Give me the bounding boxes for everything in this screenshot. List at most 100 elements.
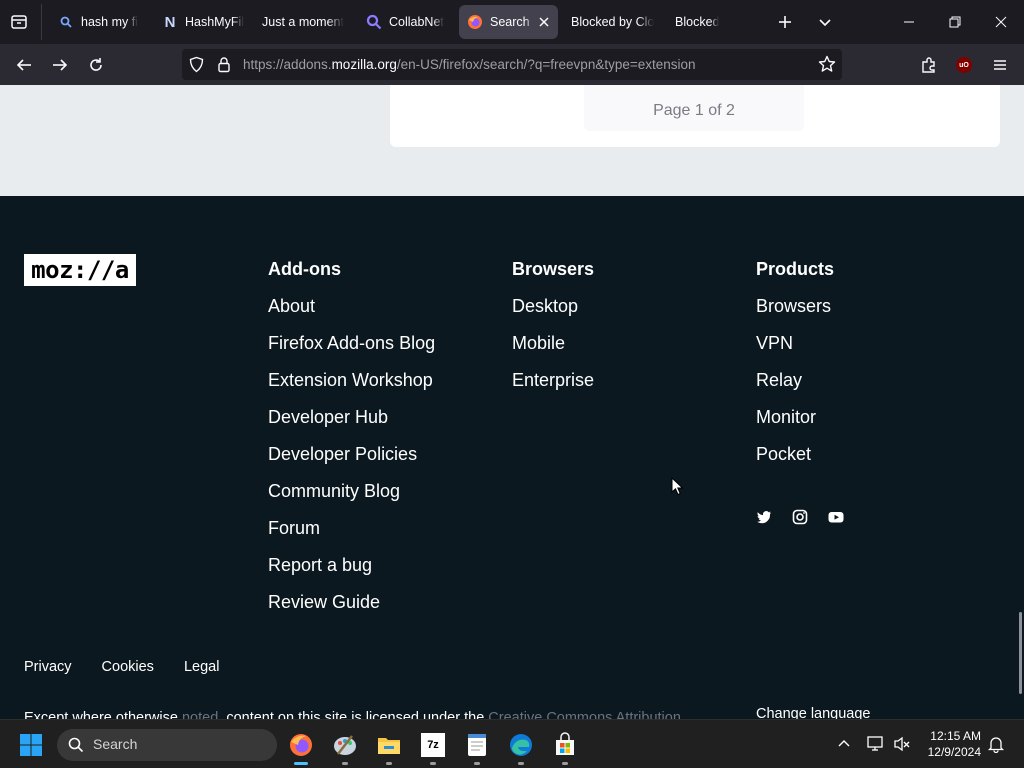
firefox-icon [467, 14, 483, 30]
list-all-tabs-icon[interactable] [815, 12, 835, 32]
twitter-icon[interactable] [756, 509, 772, 525]
footer-link-enterprise[interactable]: Enterprise [512, 369, 594, 391]
youtube-icon[interactable] [828, 509, 844, 525]
notion-n-icon: N [164, 13, 176, 31]
reload-button[interactable] [81, 50, 111, 80]
extensions-puzzle-icon[interactable] [914, 50, 944, 80]
taskbar-edge-icon[interactable] [504, 728, 538, 765]
privacy-link[interactable]: Privacy [24, 659, 72, 675]
footer-column-browsers: Browsers Desktop Mobile Enterprise [512, 258, 594, 406]
footer-heading: Browsers [512, 259, 595, 279]
taskbar-file-explorer-icon[interactable] [372, 728, 406, 765]
tab-collabnet[interactable]: CollabNet [358, 5, 454, 39]
footer-link-developer-hub[interactable]: Developer Hub [268, 406, 435, 428]
mozilla-logo[interactable]: moz://a [24, 254, 136, 286]
clock-time: 12:15 AM [930, 729, 981, 743]
cookies-link[interactable]: Cookies [102, 659, 154, 675]
network-icon[interactable] [866, 735, 886, 758]
navigation-toolbar: https://addons.mozilla.org/en-US/firefox… [0, 44, 1024, 85]
taskbar-store-icon[interactable] [548, 728, 582, 765]
tab-overview-icon[interactable] [9, 12, 31, 32]
footer-heading: Add-ons [268, 259, 341, 279]
url-path: /en-US/firefox/search/?q=freevpn&type=ex… [396, 57, 696, 72]
footer-link-pocket[interactable]: Pocket [756, 443, 834, 465]
url-bar[interactable]: https://addons.mozilla.org/en-US/firefox… [182, 49, 842, 80]
restore-icon[interactable] [932, 0, 978, 44]
noted-link[interactable]: noted [182, 710, 218, 719]
running-indicator [518, 762, 524, 765]
footer-link-desktop[interactable]: Desktop [512, 295, 594, 317]
tab-title: Just a moment [262, 15, 344, 29]
search-icon [58, 14, 74, 30]
notification-bell-icon[interactable] [987, 735, 1005, 758]
footer-link-monitor[interactable]: Monitor [756, 406, 834, 428]
windows-start-icon[interactable] [19, 733, 43, 757]
tab-blocked-by-cloudflare[interactable]: Blocked by Clo [563, 5, 659, 39]
instagram-icon[interactable] [792, 509, 808, 525]
running-indicator [474, 762, 480, 765]
minimize-icon[interactable] [886, 0, 932, 44]
search-icon [366, 14, 382, 30]
footer-link-browsers[interactable]: Browsers [756, 295, 834, 317]
footer-column-addons: Add-ons About Firefox Add-ons Blog Exten… [268, 258, 435, 628]
footer-link-review-guide[interactable]: Review Guide [268, 591, 435, 613]
tab-just-a-moment[interactable]: Just a moment [254, 5, 350, 39]
creative-commons-link[interactable]: Creative Commons Attribution [488, 710, 681, 719]
url-domain: mozilla.org [331, 57, 397, 72]
pagination-label: Page 1 of 2 [584, 85, 804, 131]
tab-hashmyfiles[interactable]: N HashMyFil [154, 5, 246, 39]
hamburger-menu-icon[interactable] [985, 50, 1015, 80]
tab-hash-my-files[interactable]: hash my fi [50, 5, 146, 39]
close-tab-icon[interactable] [536, 14, 552, 30]
legal-link[interactable]: Legal [184, 659, 219, 675]
search-placeholder: Search [93, 736, 138, 752]
footer-heading: Products [756, 259, 835, 279]
footer-link-mobile[interactable]: Mobile [512, 332, 594, 354]
footer-link-report-bug[interactable]: Report a bug [268, 554, 435, 576]
change-language-label[interactable]: Change language [756, 706, 871, 719]
footer-link-vpn[interactable]: VPN [756, 332, 834, 354]
footer-link-developer-policies[interactable]: Developer Policies [268, 443, 435, 465]
taskbar-search-box[interactable]: Search [57, 729, 277, 761]
ublock-origin-icon[interactable]: uO [949, 50, 979, 80]
taskbar-notepad-icon[interactable] [460, 728, 494, 765]
mouse-cursor-icon [671, 476, 684, 502]
license-text: , content on this site is licensed under… [218, 710, 489, 719]
footer-link-relay[interactable]: Relay [756, 369, 834, 391]
bookmark-star-icon[interactable] [818, 55, 836, 78]
footer-link-extension-workshop[interactable]: Extension Workshop [268, 369, 435, 391]
windows-taskbar: Search 7z 12:15 AM 12/9/2024 [0, 719, 1024, 768]
volume-muted-icon[interactable] [893, 735, 911, 758]
tracking-protection-shield-icon[interactable] [188, 56, 205, 78]
footer-link-addons-blog[interactable]: Firefox Add-ons Blog [268, 332, 435, 354]
taskbar-7zip-icon[interactable]: 7z [416, 728, 450, 765]
clock-date: 12/9/2024 [927, 745, 981, 759]
page-scrollbar[interactable] [1019, 612, 1022, 694]
taskbar-paint-icon[interactable] [328, 728, 362, 765]
taskbar-firefox-icon[interactable] [284, 728, 318, 765]
footer-link-forum[interactable]: Forum [268, 517, 435, 539]
site-footer: moz://a Add-ons About Firefox Add-ons Bl… [0, 196, 1024, 719]
url-prefix: https://addons. [243, 57, 332, 72]
footer-link-community-blog[interactable]: Community Blog [268, 480, 435, 502]
url-text[interactable]: https://addons.mozilla.org/en-US/firefox… [243, 57, 696, 72]
lock-icon[interactable] [216, 56, 232, 78]
running-indicator [294, 762, 308, 765]
new-tab-icon[interactable] [775, 12, 795, 32]
chevron-up-icon[interactable] [836, 736, 852, 757]
tab-blocked[interactable]: Blocked [667, 5, 763, 39]
tab-search-results[interactable]: Search r [459, 5, 558, 39]
back-button[interactable] [9, 50, 39, 80]
running-indicator [562, 762, 568, 765]
footer-link-about[interactable]: About [268, 295, 435, 317]
forward-button[interactable] [45, 50, 75, 80]
footer-column-products: Products Browsers VPN Relay Monitor Pock… [756, 258, 834, 480]
close-window-icon[interactable] [978, 0, 1024, 44]
system-clock[interactable]: 12:15 AM 12/9/2024 [918, 728, 981, 760]
results-area: Page 1 of 2 [0, 85, 1024, 196]
tab-title: Search r [490, 15, 534, 29]
legal-links: Privacy Cookies Legal [24, 659, 219, 675]
running-indicator [342, 762, 348, 765]
7zip-logo: 7z [421, 733, 445, 757]
ublock-badge: uO [956, 57, 972, 73]
